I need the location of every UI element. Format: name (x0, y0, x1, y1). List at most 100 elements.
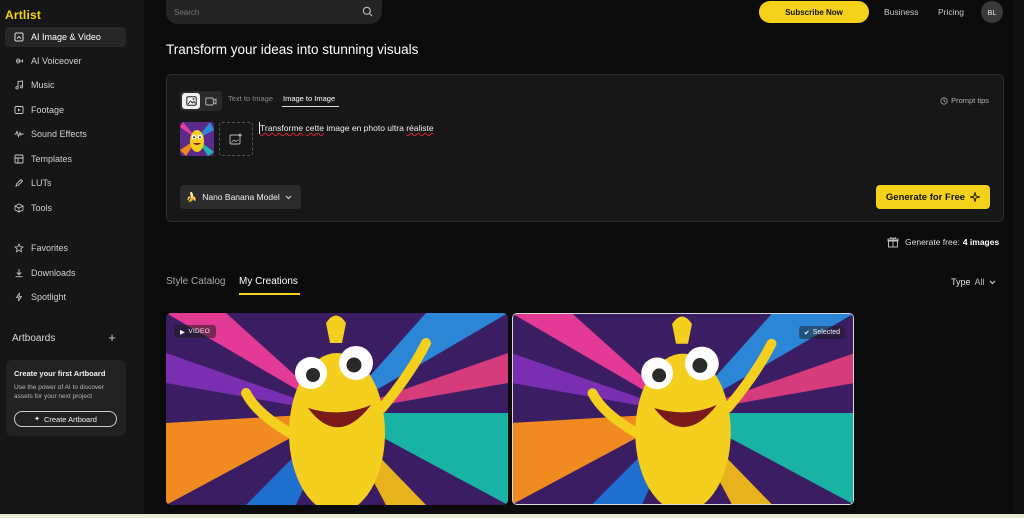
video-badge-label: VIDEO (188, 328, 211, 335)
chevron-down-icon (989, 280, 995, 284)
pen-icon (14, 178, 24, 188)
tab-my-creations[interactable]: My Creations (239, 276, 298, 287)
banana-artwork (166, 313, 508, 505)
generate-label: Generate for Free (885, 191, 966, 203)
prompt-input[interactable]: Transforme cette image en photo ultra ré… (260, 123, 434, 133)
download-icon (14, 268, 24, 278)
page-title: Transform your ideas into stunning visua… (166, 42, 419, 57)
image-video-icon (14, 32, 24, 42)
bottom-divider (0, 514, 1024, 518)
free-generations-info: Generate free: 4 images (887, 236, 999, 248)
video-badge: ▶ VIDEO (174, 325, 217, 338)
artboard-promo-card: Create your first Artboard Use the power… (6, 360, 126, 436)
reference-image-thumbnail[interactable] (180, 122, 214, 156)
free-label: Generate free: (905, 237, 960, 247)
check-icon: ✔ (803, 329, 810, 337)
add-image-button[interactable] (219, 122, 253, 156)
business-link[interactable]: Business (884, 7, 919, 17)
artboard-card-description: Use the power of AI to discover assets f… (14, 384, 104, 400)
sidebar-item-downloads[interactable]: Downloads (5, 263, 126, 283)
creation-card-video[interactable]: ▶ VIDEO (166, 313, 508, 505)
sound-wave-icon (14, 129, 24, 139)
cube-icon (14, 203, 24, 213)
prompt-tips-label: Prompt tips (951, 96, 989, 105)
sidebar-item-label: Favorites (31, 243, 69, 253)
model-selector[interactable]: 🍌 Nano Banana Model (180, 185, 301, 209)
sidebar-item-label: AI Image & Video (31, 32, 101, 42)
waveform-icon (14, 56, 24, 66)
sparkle-icon: ✦ (34, 416, 40, 423)
star-icon (14, 243, 24, 253)
prompt-panel: Text to Image Image to Image Prompt tips… (166, 74, 1004, 222)
generate-button[interactable]: Generate for Free (876, 185, 990, 209)
sidebar-item-favorites[interactable]: Favorites (5, 238, 126, 258)
play-icon: ▶ (180, 328, 186, 336)
media-mode-toggle (180, 91, 222, 111)
search-input[interactable] (174, 5, 354, 19)
banana-artwork (513, 314, 853, 504)
search-icon[interactable] (362, 6, 373, 17)
active-catalog-tab-indicator (239, 293, 300, 295)
gift-icon (887, 237, 899, 248)
create-artboard-button[interactable]: ✦ Create Artboard (14, 411, 117, 427)
prompt-tips-link[interactable]: Prompt tips (940, 96, 989, 105)
prompt-text-middle: image en photo ultra (326, 123, 404, 133)
prompt-word: Transforme (260, 123, 304, 133)
sidebar-item-music[interactable]: Music (5, 75, 126, 95)
prompt-word: cette (305, 123, 324, 133)
template-icon (14, 154, 24, 164)
sidebar-item-label: LUTs (31, 178, 52, 188)
pricing-link[interactable]: Pricing (938, 7, 964, 17)
active-tab-indicator (282, 106, 339, 107)
selected-badge: ✔ Selected (798, 326, 845, 339)
sidebar-item-ai-voiceover[interactable]: AI Voiceover (5, 51, 126, 71)
spotlight-icon (14, 292, 24, 302)
artboard-card-title: Create your first Artboard (14, 369, 106, 378)
sidebar-item-spotlight[interactable]: Spotlight (5, 287, 126, 307)
video-mode-icon[interactable] (202, 93, 220, 109)
prompt-word: réaliste (406, 123, 434, 133)
sidebar-item-tools[interactable]: Tools (5, 198, 126, 218)
sidebar-item-ai-image-video[interactable]: AI Image & Video (5, 27, 126, 47)
sidebar-item-label: Templates (31, 154, 73, 164)
model-label: Nano Banana Model (202, 192, 280, 202)
tab-text-to-image[interactable]: Text to Image (228, 94, 273, 103)
add-image-icon (229, 133, 242, 145)
sidebar-item-templates[interactable]: Templates (5, 149, 126, 169)
create-artboard-label: Create Artboard (43, 414, 97, 424)
sidebar-item-footage[interactable]: Footage (5, 100, 126, 120)
sidebar: Artlist AI Image & Video AI Voiceover Mu… (0, 0, 144, 518)
sparkle-icon (970, 192, 981, 202)
page-scrollbar[interactable] (1014, 0, 1024, 518)
selected-badge-label: Selected (812, 329, 840, 336)
avatar[interactable]: BL (981, 1, 1003, 23)
chevron-down-icon (285, 195, 292, 199)
sidebar-item-label: Music (31, 80, 55, 90)
banana-icon: 🍌 (186, 191, 198, 202)
type-filter-value: All (974, 277, 985, 287)
clock-icon (940, 96, 948, 105)
artlist-logo[interactable]: Artlist (5, 8, 41, 22)
play-box-icon (14, 105, 24, 115)
sidebar-item-label: Sound Effects (31, 129, 87, 139)
add-artboard-icon[interactable]: + (106, 331, 118, 345)
artboards-heading: Artboards (12, 333, 56, 344)
tab-style-catalog[interactable]: Style Catalog (166, 276, 225, 287)
sidebar-item-label: Tools (31, 203, 53, 213)
type-filter[interactable]: Type All (951, 277, 996, 287)
sidebar-item-label: Spotlight (31, 292, 67, 302)
app-root: Artlist AI Image & Video AI Voiceover Mu… (0, 0, 1024, 518)
creation-card-selected[interactable]: ✔ Selected (512, 313, 854, 505)
subscribe-button[interactable]: Subscribe Now (759, 1, 869, 23)
sidebar-item-label: AI Voiceover (31, 56, 82, 66)
search-bar (166, 0, 382, 24)
sidebar-item-label: Footage (31, 105, 65, 115)
tab-image-to-image[interactable]: Image to Image (283, 94, 335, 103)
sidebar-item-sound-effects[interactable]: Sound Effects (5, 124, 126, 144)
image-mode-icon[interactable] (182, 93, 200, 109)
sidebar-item-luts[interactable]: LUTs (5, 173, 126, 193)
free-count: 4 images (962, 237, 1000, 247)
type-filter-label: Type (951, 277, 971, 287)
sidebar-item-label: Downloads (31, 268, 76, 278)
music-note-icon (14, 80, 24, 90)
